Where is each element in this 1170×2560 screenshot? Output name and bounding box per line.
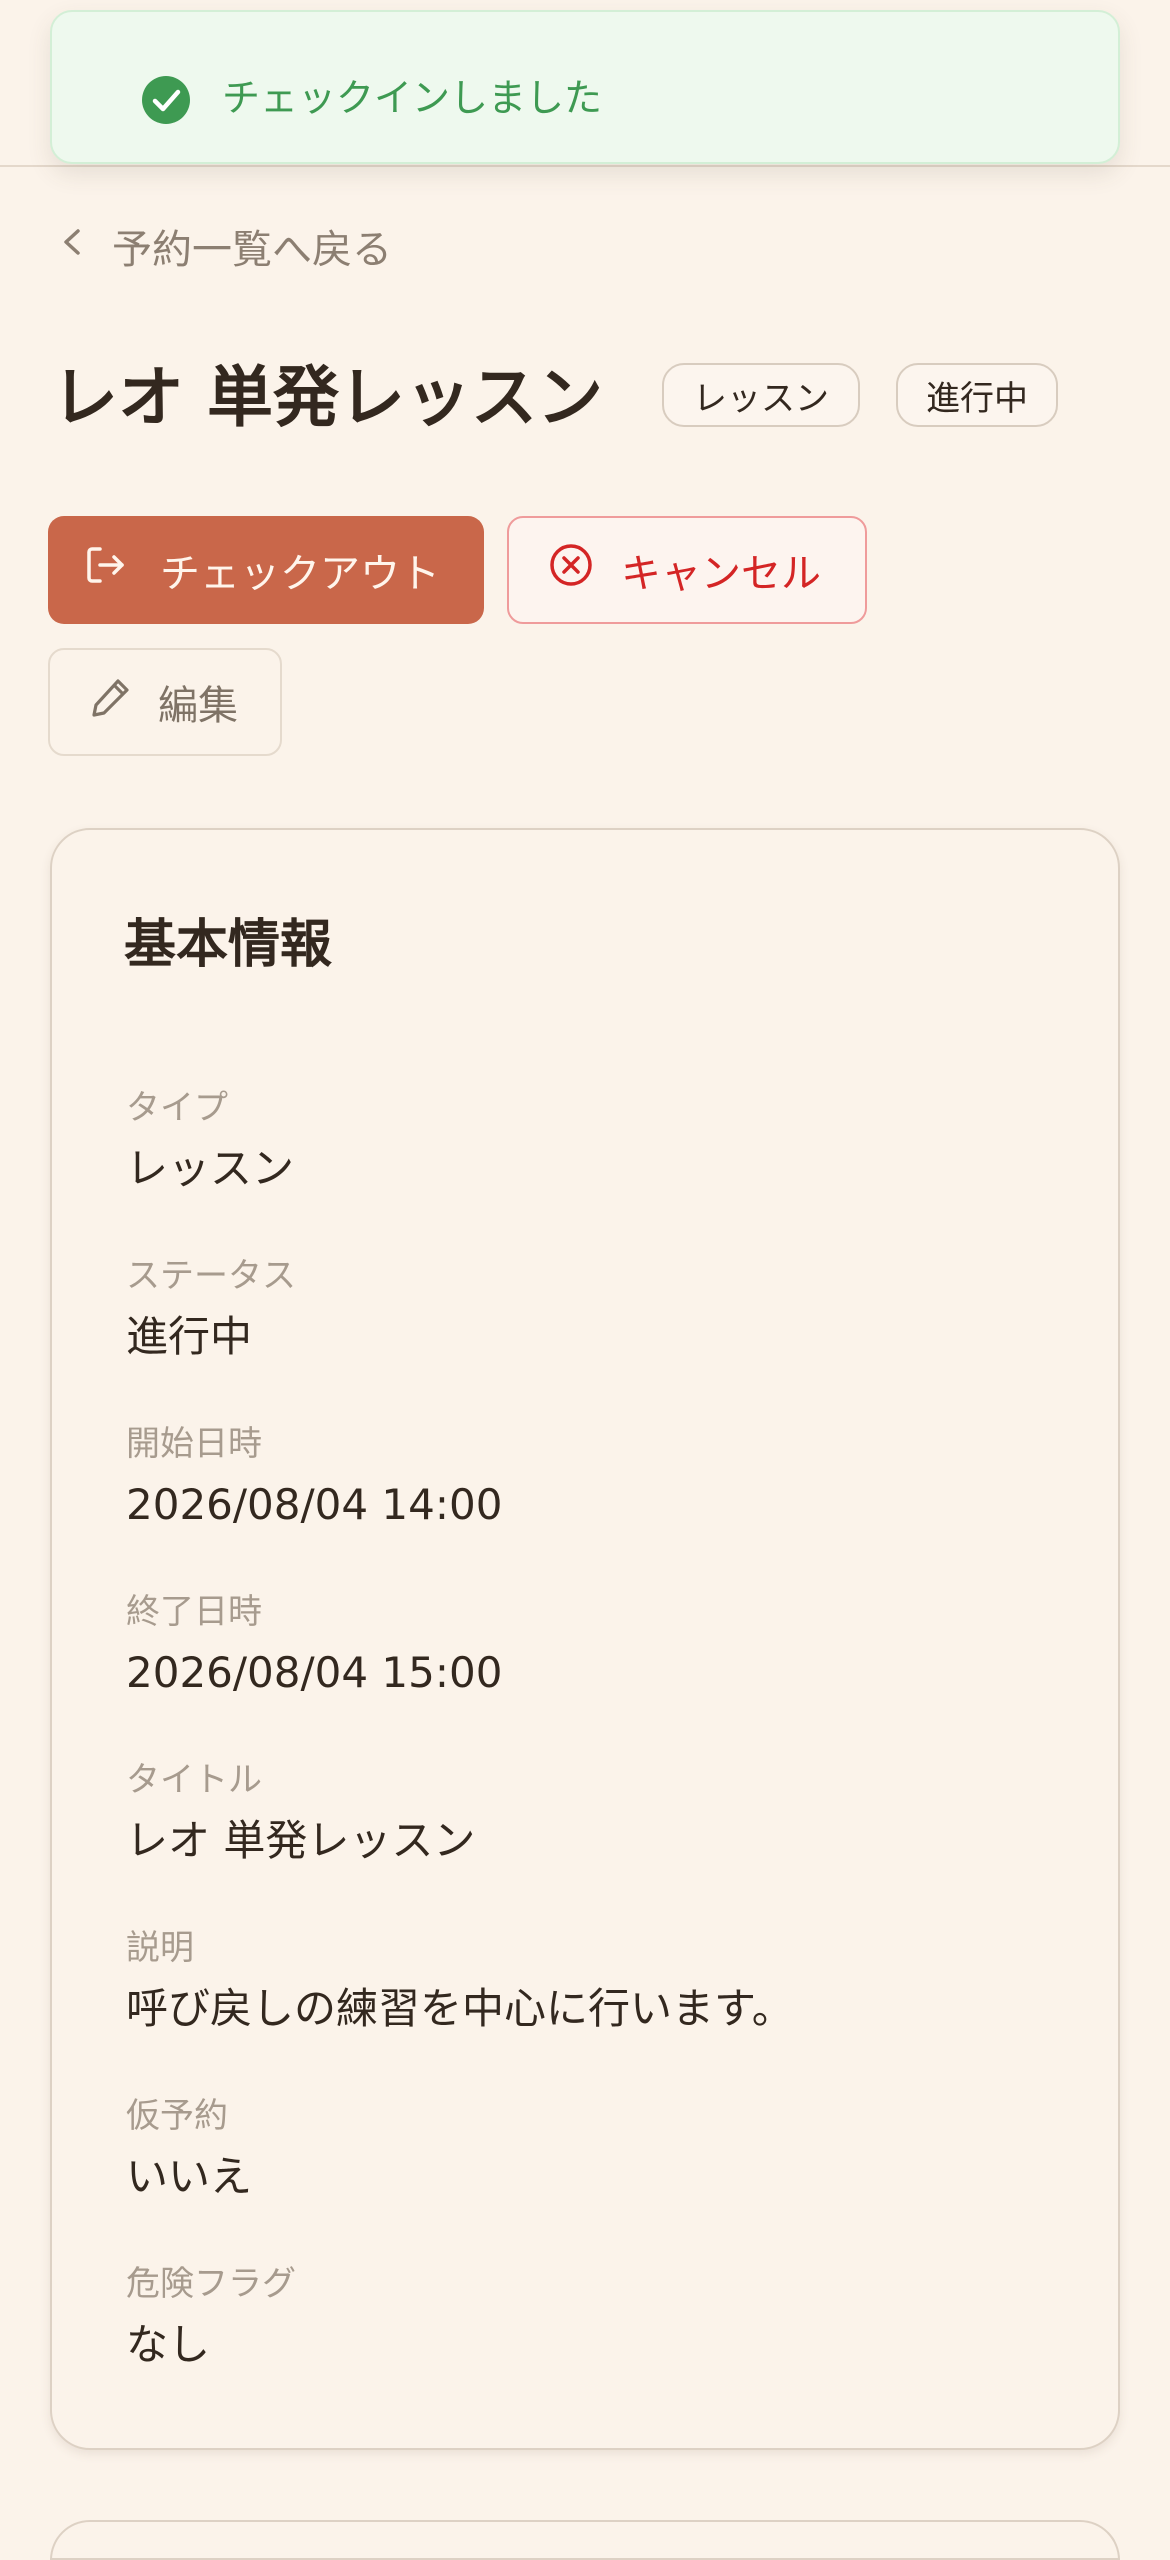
success-toast: チェックインしました [50, 10, 1120, 164]
field-label: 仮予約 [126, 2096, 228, 2136]
cancel-label: キャンセル [621, 551, 821, 597]
field-label: 開始日時 [126, 1424, 262, 1464]
check-circle-icon [140, 74, 192, 126]
x-circle-icon [547, 541, 621, 599]
field-value: 呼び戻しの練習を中心に行います。 [126, 1984, 794, 2033]
field-value: レッスン [126, 1144, 295, 1193]
field-danger-flag: 危険フラグ なし [126, 2262, 296, 2374]
field-label: 説明 [126, 1928, 194, 1968]
basic-info-card: 基本情報 タイプ レッスン ステータス 進行中 開始日時 2026/08/04 … [50, 828, 1120, 2450]
toast-message: チェックインしました [222, 76, 603, 120]
checkout-label: チェックアウト [160, 551, 440, 597]
field-value: 2026/08/04 15:00 [126, 1648, 503, 1697]
back-to-bookings-link[interactable]: 予約一覧へ戻る [58, 216, 392, 276]
edit-button[interactable]: 編集 [48, 648, 282, 756]
field-value: いいえ [126, 2152, 253, 2201]
field-end-datetime: 終了日時 2026/08/04 15:00 [126, 1590, 502, 1702]
field-type: タイプ レッスン [126, 1086, 294, 1198]
type-badge: レッスン [662, 363, 860, 427]
next-card-edge [50, 2520, 1120, 2560]
field-value: 進行中 [126, 1312, 253, 1361]
logout-icon [82, 541, 160, 599]
chevron-left-icon [58, 223, 86, 269]
field-value: 2026/08/04 14:00 [126, 1480, 503, 1529]
field-label: 終了日時 [126, 1592, 262, 1632]
back-link-label: 予約一覧へ戻る [112, 227, 392, 273]
field-label: 危険フラグ [126, 2264, 296, 2304]
field-value: レオ 単発レッスン [126, 1816, 476, 1865]
status-badge: 進行中 [896, 363, 1058, 427]
field-title: タイトル レオ 単発レッスン [126, 1758, 475, 1870]
field-start-datetime: 開始日時 2026/08/04 14:00 [126, 1422, 502, 1534]
field-label: タイプ [126, 1088, 228, 1128]
basic-info-heading: 基本情報 [124, 915, 333, 975]
field-label: タイトル [126, 1760, 262, 1800]
pencil-icon [88, 674, 158, 730]
checkout-button[interactable]: チェックアウト [48, 516, 484, 624]
field-description: 説明 呼び戻しの練習を中心に行います。 [126, 1926, 794, 2038]
field-status: ステータス 進行中 [126, 1254, 296, 1366]
page-title: レオ 単発レッスン [52, 359, 603, 436]
cancel-button[interactable]: キャンセル [507, 516, 867, 624]
booking-detail-page: チェックインしました 予約一覧へ戻る レオ 単発レッスン レッスン 進行中 チェ… [0, 0, 1170, 2560]
edit-label: 編集 [158, 683, 238, 729]
field-provisional: 仮予約 いいえ [126, 2094, 252, 2206]
field-value: なし [126, 2320, 211, 2369]
field-label: ステータス [126, 1256, 296, 1296]
